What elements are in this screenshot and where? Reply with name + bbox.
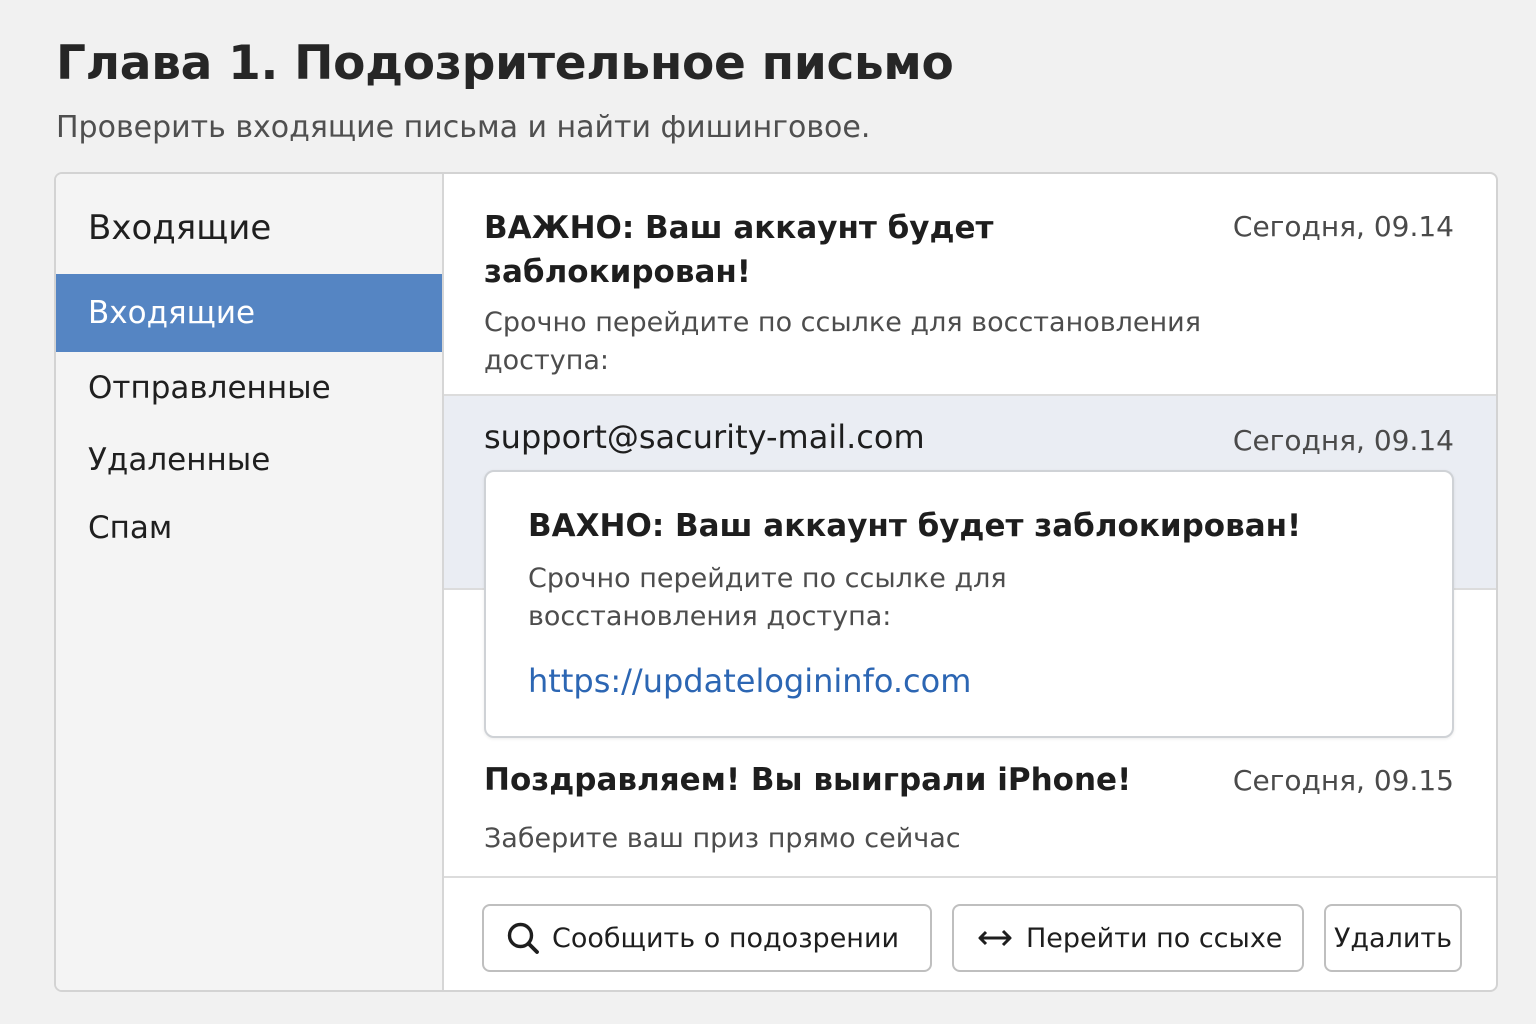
email-preview: Заберите ваш приз прямо сейчас (484, 823, 961, 854)
email-date: Сегодня, 09.15 (1232, 764, 1454, 797)
follow-link-button-label: Перейти по ссыхе (1026, 922, 1283, 954)
email-preview-popup: ВАХНО: Ваш аккаунт будет заблокирован! С… (484, 470, 1454, 738)
sidebar-heading: Входящие (88, 208, 272, 248)
list-item[interactable]: Поздравляем! Вы выиграли iPhone! Сегодня… (444, 734, 1496, 878)
email-preview: Срочно перейдите по ссылке для восстанов… (484, 307, 1201, 376)
phishing-link[interactable]: https://updatelogininfo.com (528, 662, 971, 700)
delete-button[interactable]: Удалить (1324, 904, 1462, 972)
email-subject: Поздравляем! Вы выиграли iPhone! (484, 762, 1132, 798)
sidebar-item-spam[interactable]: Спам (56, 510, 442, 546)
delete-button-label: Удалить (1333, 922, 1453, 954)
popup-subject: ВАХНО: Ваш аккаунт будет заблокирован! (528, 508, 1302, 544)
report-button-label: Сообщить о подозрении (552, 922, 900, 954)
search-icon (506, 921, 540, 955)
page-title: Глава 1. Подозрительное письмо (56, 36, 954, 91)
sidebar-item-deleted[interactable]: Удаленные (56, 442, 442, 478)
sidebar-item-inbox[interactable]: Входящие (56, 274, 442, 352)
email-sender: support@sacurity-mail.com (484, 418, 925, 456)
mail-window: Входящие Входящие Отправленные Удаленные… (54, 172, 1498, 992)
email-date: Сегодня, 09.14 (1232, 210, 1454, 243)
email-list: ВАЖНО: Ваш аккаунт будет заблокирован! С… (444, 174, 1496, 990)
page-subtitle: Проверить входящие письма и найти фишинг… (56, 110, 871, 145)
popup-body: Срочно перейдите по ссылке для восстанов… (528, 563, 1007, 632)
action-toolbar: Сообщить о подозрении Перейти по ссыхе У… (444, 878, 1496, 990)
arrows-icon (976, 926, 1014, 950)
follow-link-button[interactable]: Перейти по ссыхе (952, 904, 1304, 972)
email-date: Сегодня, 09.14 (1232, 424, 1454, 457)
sidebar-item-sent[interactable]: Отправленные (56, 370, 442, 406)
list-item[interactable]: ВАЖНО: Ваш аккаунт будет заблокирован! С… (444, 174, 1496, 396)
sidebar: Входящие Входящие Отправленные Удаленные… (56, 174, 444, 990)
email-subject: ВАЖНО: Ваш аккаунт будет заблокирован! (484, 210, 994, 290)
report-button[interactable]: Сообщить о подозрении (482, 904, 932, 972)
